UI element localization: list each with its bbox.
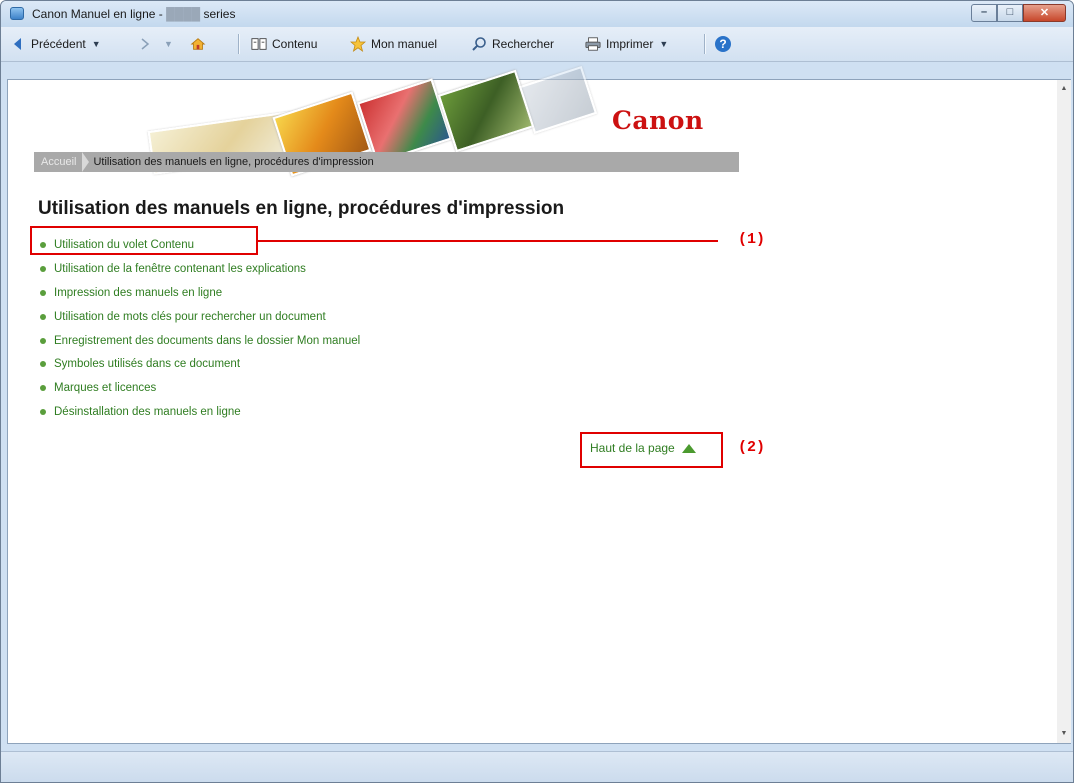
window-controls: – □ ✕ [971,4,1066,23]
status-bar [1,751,1073,782]
callout-label-1: (1) [738,231,766,248]
topic-links: Utilisation du volet Contenu Utilisation… [40,233,360,424]
home-button[interactable] [190,33,211,55]
breadcrumb-separator-icon [82,152,90,172]
toolbar: Précédent ▼ ▼ Contenu Mon manuel Recherc… [1,27,1073,62]
callout-label-2: (2) [738,439,766,456]
topic-link-label[interactable]: Désinstallation des manuels en ligne [54,406,241,418]
my-manual-label: Mon manuel [371,37,438,51]
help-button[interactable]: ? [715,33,731,55]
forward-arrow-icon [141,38,150,50]
topic-link-trademarks[interactable]: Marques et licences [40,376,360,400]
close-button[interactable]: ✕ [1023,4,1066,22]
forward-dropdown-icon[interactable]: ▼ [164,39,173,49]
title-bar: Canon Manuel en ligne - ████ series – □ … [1,1,1073,27]
scroll-down-icon[interactable]: ▼ [1057,727,1071,741]
topic-link-label[interactable]: Utilisation de mots clés pour rechercher… [54,311,326,323]
print-label: Imprimer [606,37,654,51]
print-button[interactable]: Imprimer ▼ [585,33,668,55]
topic-link-keyword-search[interactable]: Utilisation de mots clés pour rechercher… [40,305,360,329]
maximize-icon: □ [1006,6,1014,18]
contents-button[interactable]: Contenu [251,33,317,55]
topic-link-label[interactable]: Symboles utilisés dans ce document [54,358,240,370]
banner-photo [357,78,452,164]
topic-link-label[interactable]: Marques et licences [54,382,156,394]
search-label: Rechercher [492,37,555,51]
print-dropdown-icon[interactable]: ▼ [659,39,668,49]
topic-link-save-my-manual[interactable]: Enregistrement des documents dans le dos… [40,329,360,353]
close-icon: ✕ [1039,7,1050,19]
bullet-icon [40,313,46,320]
printer-icon [585,37,601,51]
minimize-icon: – [980,6,988,18]
bullet-icon [40,361,46,368]
topic-link-uninstall[interactable]: Désinstallation des manuels en ligne [40,400,360,424]
minimize-button[interactable]: – [971,4,997,22]
breadcrumb-current: Utilisation des manuels en ligne, procéd… [93,156,374,168]
toolbar-separator [238,34,240,54]
window-title-prefix: Canon Manuel en ligne - [32,7,167,21]
scroll-up-icon[interactable]: ▲ [1057,82,1071,96]
back-label: Précédent [31,37,86,51]
contents-label: Contenu [272,37,318,51]
topic-link-label[interactable]: Enregistrement des documents dans le dos… [54,335,360,347]
bullet-icon [40,337,46,344]
bullet-icon [40,265,46,272]
star-icon [350,36,366,52]
my-manual-button[interactable]: Mon manuel [350,33,437,55]
banner-photos [130,66,600,177]
bullet-icon [40,385,46,392]
search-icon [472,37,486,51]
breadcrumb-home-link[interactable]: Accueil [34,156,82,168]
search-button[interactable]: Rechercher [471,33,554,55]
topic-link-label[interactable]: Impression des manuels en ligne [54,287,222,299]
app-icon [10,7,24,20]
page-title: Utilisation des manuels en ligne, procéd… [38,198,565,219]
maximize-button[interactable]: □ [997,4,1023,22]
back-dropdown-icon[interactable]: ▼ [92,39,101,49]
toolbar-separator [704,34,706,54]
book-icon [251,38,267,50]
back-arrow-icon [14,38,21,50]
forward-button[interactable]: ▼ [137,33,173,55]
topic-link-symbols[interactable]: Symboles utilisés dans ce document [40,352,360,376]
help-icon: ? [715,36,731,52]
bullet-icon [40,409,46,416]
topic-link-label[interactable]: Utilisation de la fenêtre contenant les … [54,263,306,275]
callout-line-1 [258,240,718,242]
banner-photo [437,69,535,153]
highlight-box-2 [580,432,723,468]
breadcrumb: Accueil Utilisation des manuels en ligne… [34,152,739,172]
back-button[interactable]: Précédent ▼ [10,33,101,55]
window-title: Canon Manuel en ligne - ████ series [32,7,235,21]
home-icon [190,38,206,50]
window-title-suffix: series [200,7,236,21]
canon-logo: Canon [612,106,704,135]
vertical-scrollbar[interactable]: ▲ ▼ [1057,79,1071,744]
bullet-icon [40,289,46,296]
topic-link-explanation-window[interactable]: Utilisation de la fenêtre contenant les … [40,257,360,281]
topic-link-print-manuals[interactable]: Impression des manuels en ligne [40,281,360,305]
window-title-redacted: ████ [166,7,201,21]
highlight-box-1 [30,226,258,255]
